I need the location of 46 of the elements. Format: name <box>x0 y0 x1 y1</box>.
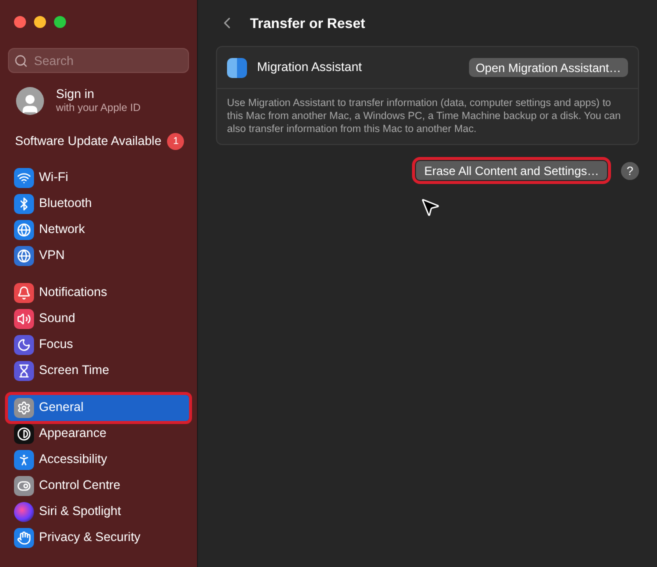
toggles-icon <box>14 476 34 496</box>
bell-icon <box>14 282 34 303</box>
migration-description: Use Migration Assistant to transfer information (data, computer settings and apps) to this Mac from another Mac, a Windows PC, a Time Machine backup or a disk. You can also transfer information from this Mac to another Mac. <box>226 97 622 137</box>
sidebar-item[interactable]: Privacy & Security <box>8 524 189 551</box>
sidebar-item[interactable]: Siri & Spotlight <box>8 498 189 525</box>
minimize-window-icon[interactable] <box>34 16 46 28</box>
sidebar-item[interactable]: General <box>8 394 189 421</box>
sidebar-item[interactable]: Screen Time <box>8 358 189 384</box>
hand-icon <box>14 528 34 548</box>
page-title: Transfer or Reset <box>250 14 366 32</box>
notification-badge: 1 <box>167 132 184 150</box>
sidebar-item[interactable]: Appearance <box>8 420 189 447</box>
sidebar-item[interactable]: Bluetooth <box>8 190 189 217</box>
contrast-icon <box>14 424 34 444</box>
globe-icon <box>14 246 34 266</box>
globe-icon <box>14 220 34 240</box>
account-row[interactable]: Sign in with your Apple ID <box>8 87 189 115</box>
sidebar-item[interactable]: Wi-Fi <box>8 164 189 191</box>
sidebar-item[interactable]: VPN <box>8 242 189 269</box>
gear-icon <box>14 398 34 418</box>
sidebar-item[interactable]: Control Centre <box>8 472 189 499</box>
update-label[interactable]: Software Update Available <box>15 132 162 151</box>
sidebar-item[interactable]: Accessibility <box>8 446 189 473</box>
sidebar-item[interactable]: Network <box>8 216 189 243</box>
close-window-icon[interactable] <box>14 16 26 28</box>
avatar-icon <box>16 87 44 115</box>
siri-icon <box>14 502 34 522</box>
hourglass-icon <box>14 360 34 381</box>
search-icon <box>14 54 28 68</box>
sidebar-item[interactable]: Sound <box>8 306 189 332</box>
migration-title: Migration Assistant <box>257 59 362 76</box>
wifi-icon <box>14 168 34 188</box>
zoom-window-icon[interactable] <box>54 16 66 28</box>
sidebar-item[interactable]: Notifications <box>8 280 189 306</box>
account-title: Sign in <box>56 87 96 102</box>
open-migration-button[interactable]: Open Migration Assistant… <box>468 58 628 77</box>
moon-icon <box>14 334 34 355</box>
search-field[interactable]: Search <box>8 48 189 73</box>
cursor-icon <box>419 196 441 218</box>
help-button[interactable]: ? <box>621 162 639 180</box>
account-subtitle: with your Apple ID <box>56 102 141 115</box>
accessibility-icon <box>14 450 34 470</box>
sidebar-item[interactable]: Focus <box>8 332 189 358</box>
erase-button[interactable]: Erase All Content and Settings… <box>416 161 607 180</box>
speaker-icon <box>14 308 34 329</box>
bluetooth-icon <box>14 194 34 214</box>
